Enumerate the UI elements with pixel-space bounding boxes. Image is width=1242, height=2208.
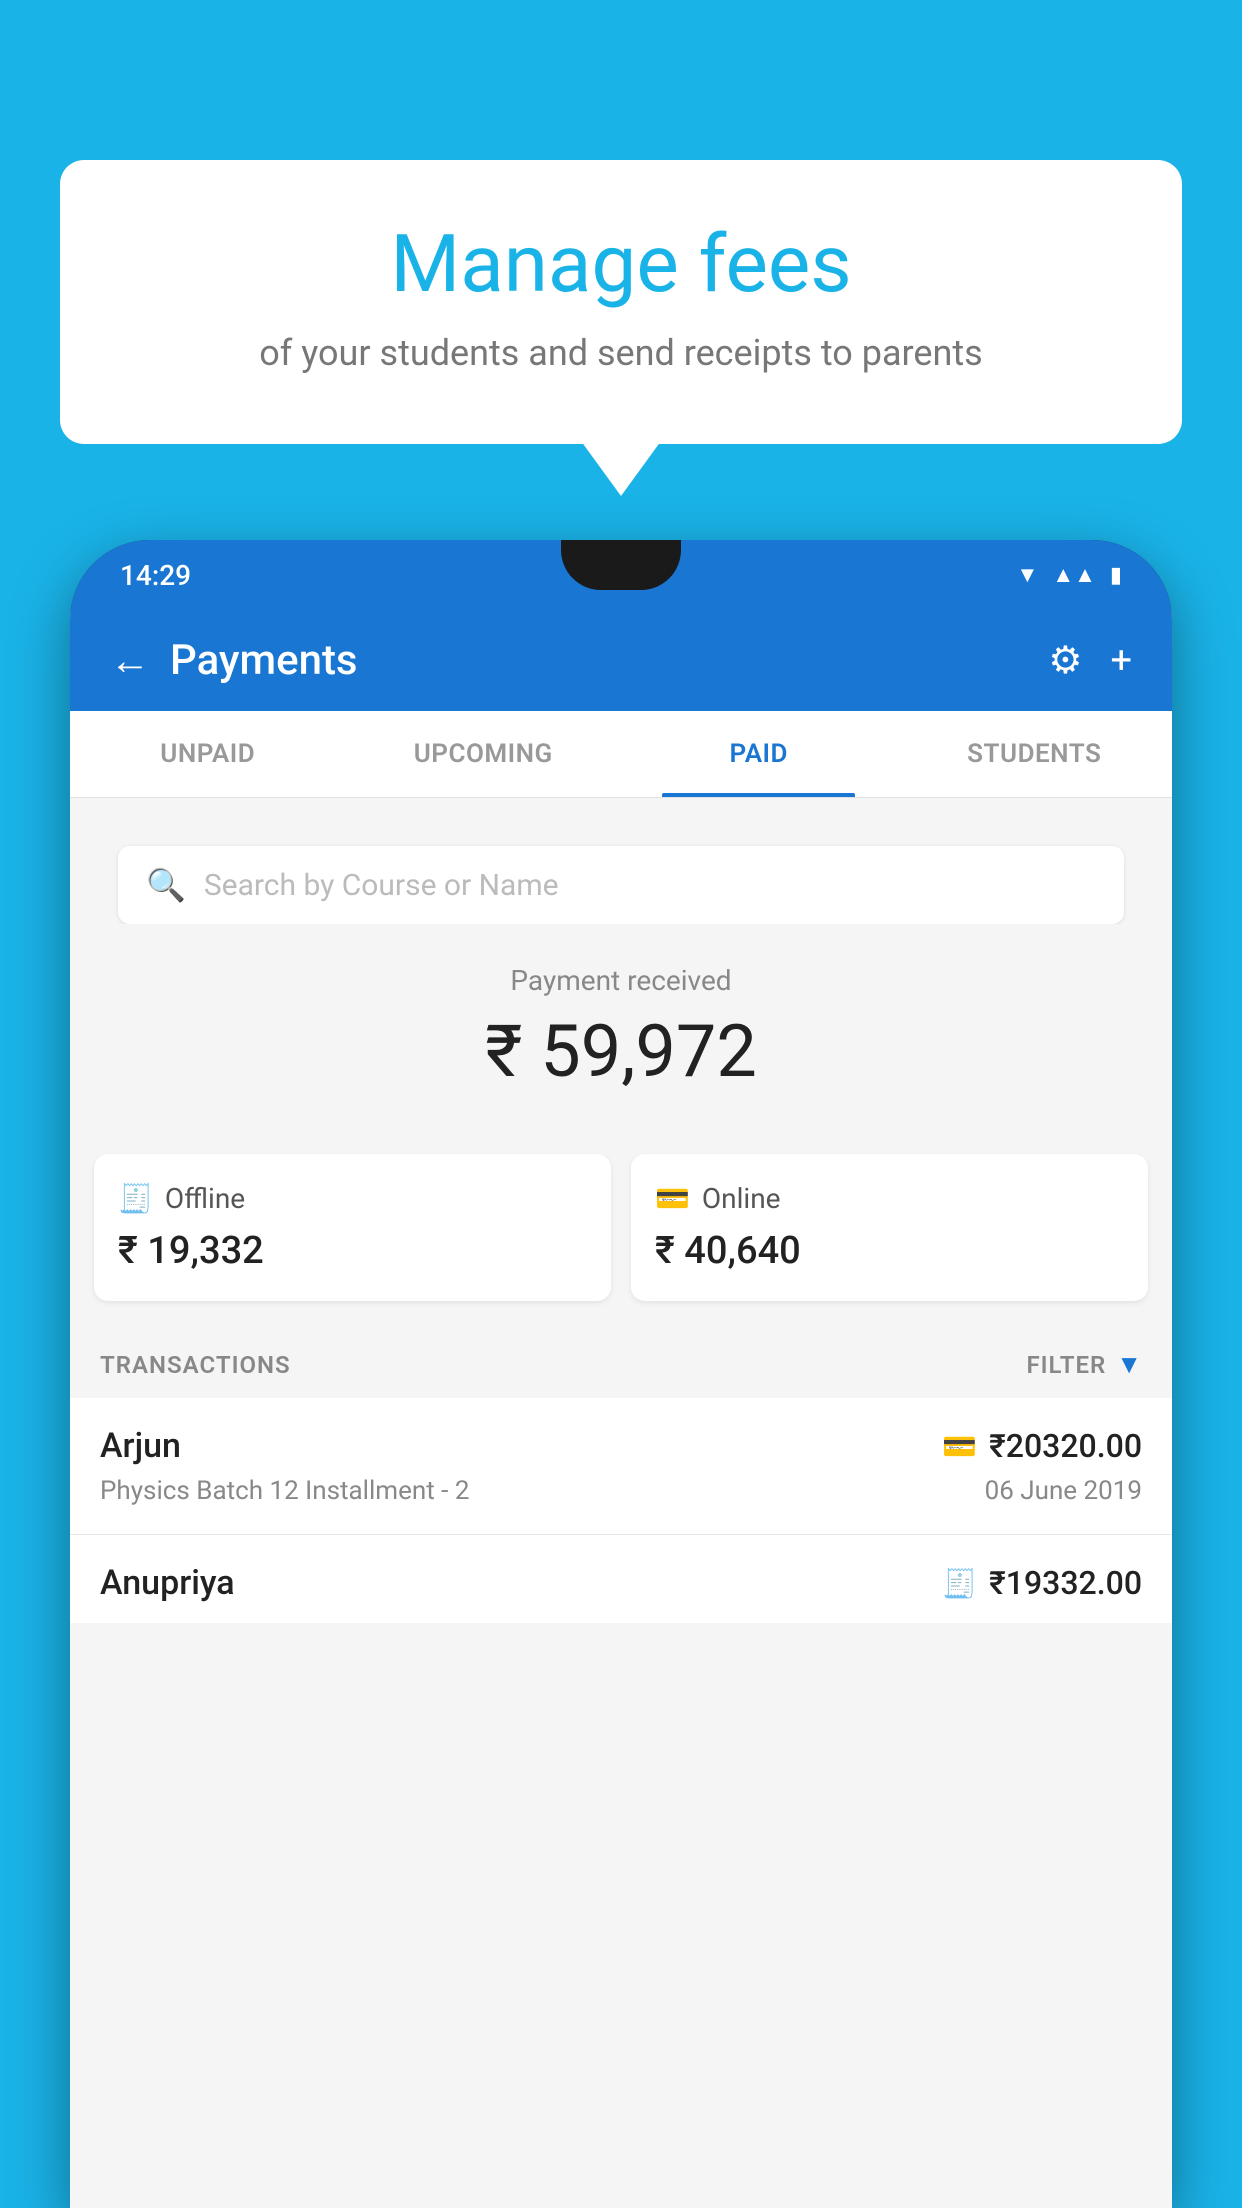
settings-icon[interactable]: ⚙	[1048, 638, 1082, 683]
transaction-amount-wrap: 💳 ₹20320.00	[942, 1427, 1142, 1465]
online-icon: 💳	[655, 1182, 690, 1215]
tab-paid[interactable]: PAID	[621, 711, 897, 797]
status-time: 14:29	[120, 559, 191, 592]
online-card-header: 💳 Online	[655, 1182, 1124, 1215]
transaction-top: Arjun 💳 ₹20320.00	[100, 1426, 1142, 1466]
offline-amount: ₹ 19,332	[118, 1229, 587, 1273]
transaction-type-icon-2: 🧾	[942, 1567, 977, 1600]
tabs-container: UNPAID UPCOMING PAID STUDENTS	[70, 711, 1172, 798]
payment-summary: Payment received ₹ 59,972	[70, 924, 1172, 1154]
online-amount: ₹ 40,640	[655, 1229, 1124, 1273]
header-title: Payments	[170, 636, 358, 685]
payment-label: Payment received	[90, 964, 1152, 997]
transaction-name: Arjun	[100, 1426, 181, 1466]
speech-bubble-container: Manage fees of your students and send re…	[60, 160, 1182, 444]
online-card: 💳 Online ₹ 40,640	[631, 1154, 1148, 1301]
tab-students[interactable]: STUDENTS	[897, 711, 1173, 797]
offline-icon: 🧾	[118, 1182, 153, 1215]
transactions-label: TRANSACTIONS	[100, 1351, 291, 1379]
speech-bubble: Manage fees of your students and send re…	[60, 160, 1182, 444]
transactions-header: TRANSACTIONS FILTER ▼	[70, 1331, 1172, 1398]
tab-upcoming[interactable]: UPCOMING	[346, 711, 622, 797]
transaction-bottom: Physics Batch 12 Installment - 2 06 June…	[100, 1476, 1142, 1506]
payment-amount: ₹ 59,972	[90, 1009, 1152, 1094]
phone-frame: 14:29 ▼ ▲▲ ▮ ← Payments ⚙ + UNPAID	[70, 540, 1172, 2208]
add-icon[interactable]: +	[1110, 639, 1132, 683]
status-icons: ▼ ▲▲ ▮	[1017, 562, 1122, 588]
online-label: Online	[702, 1182, 781, 1215]
speech-bubble-title: Manage fees	[140, 220, 1102, 308]
speech-bubble-subtitle: of your students and send receipts to pa…	[140, 332, 1102, 374]
signal-icon: ▲▲	[1052, 562, 1096, 588]
search-bar[interactable]: 🔍 Search by Course or Name	[118, 846, 1124, 924]
transaction-amount: ₹20320.00	[989, 1427, 1142, 1465]
filter-label: FILTER	[1026, 1351, 1106, 1379]
transaction-row[interactable]: Arjun 💳 ₹20320.00 Physics Batch 12 Insta…	[70, 1398, 1172, 1535]
transaction-top-2: Anupriya 🧾 ₹19332.00	[100, 1563, 1142, 1603]
tab-unpaid[interactable]: UNPAID	[70, 711, 346, 797]
back-button[interactable]: ←	[110, 637, 150, 684]
search-icon: 🔍	[146, 866, 186, 904]
app-header: ← Payments ⚙ +	[70, 610, 1172, 711]
search-input[interactable]: Search by Course or Name	[204, 868, 559, 903]
status-bar: 14:29 ▼ ▲▲ ▮	[70, 540, 1172, 610]
offline-label: Offline	[165, 1182, 245, 1215]
transaction-date: 06 June 2019	[985, 1476, 1142, 1506]
transaction-type-icon: 💳	[942, 1430, 977, 1463]
header-left: ← Payments	[110, 636, 358, 685]
transaction-amount-wrap-2: 🧾 ₹19332.00	[942, 1564, 1142, 1602]
filter-area[interactable]: FILTER ▼	[1026, 1349, 1142, 1380]
transaction-name-2: Anupriya	[100, 1563, 235, 1603]
phone-screen: ← Payments ⚙ + UNPAID UPCOMING PAID STUD…	[70, 610, 1172, 2208]
offline-card-header: 🧾 Offline	[118, 1182, 587, 1215]
transaction-course: Physics Batch 12 Installment - 2	[100, 1476, 469, 1506]
transaction-amount-2: ₹19332.00	[989, 1564, 1142, 1602]
filter-icon: ▼	[1116, 1349, 1142, 1380]
payment-cards: 🧾 Offline ₹ 19,332 💳 Online ₹ 40,640	[70, 1154, 1172, 1331]
wifi-icon: ▼	[1017, 562, 1039, 588]
battery-icon: ▮	[1110, 563, 1122, 588]
phone-notch	[561, 540, 681, 590]
offline-card: 🧾 Offline ₹ 19,332	[94, 1154, 611, 1301]
header-right: ⚙ +	[1048, 638, 1132, 683]
transaction-row-partial[interactable]: Anupriya 🧾 ₹19332.00	[70, 1535, 1172, 1623]
